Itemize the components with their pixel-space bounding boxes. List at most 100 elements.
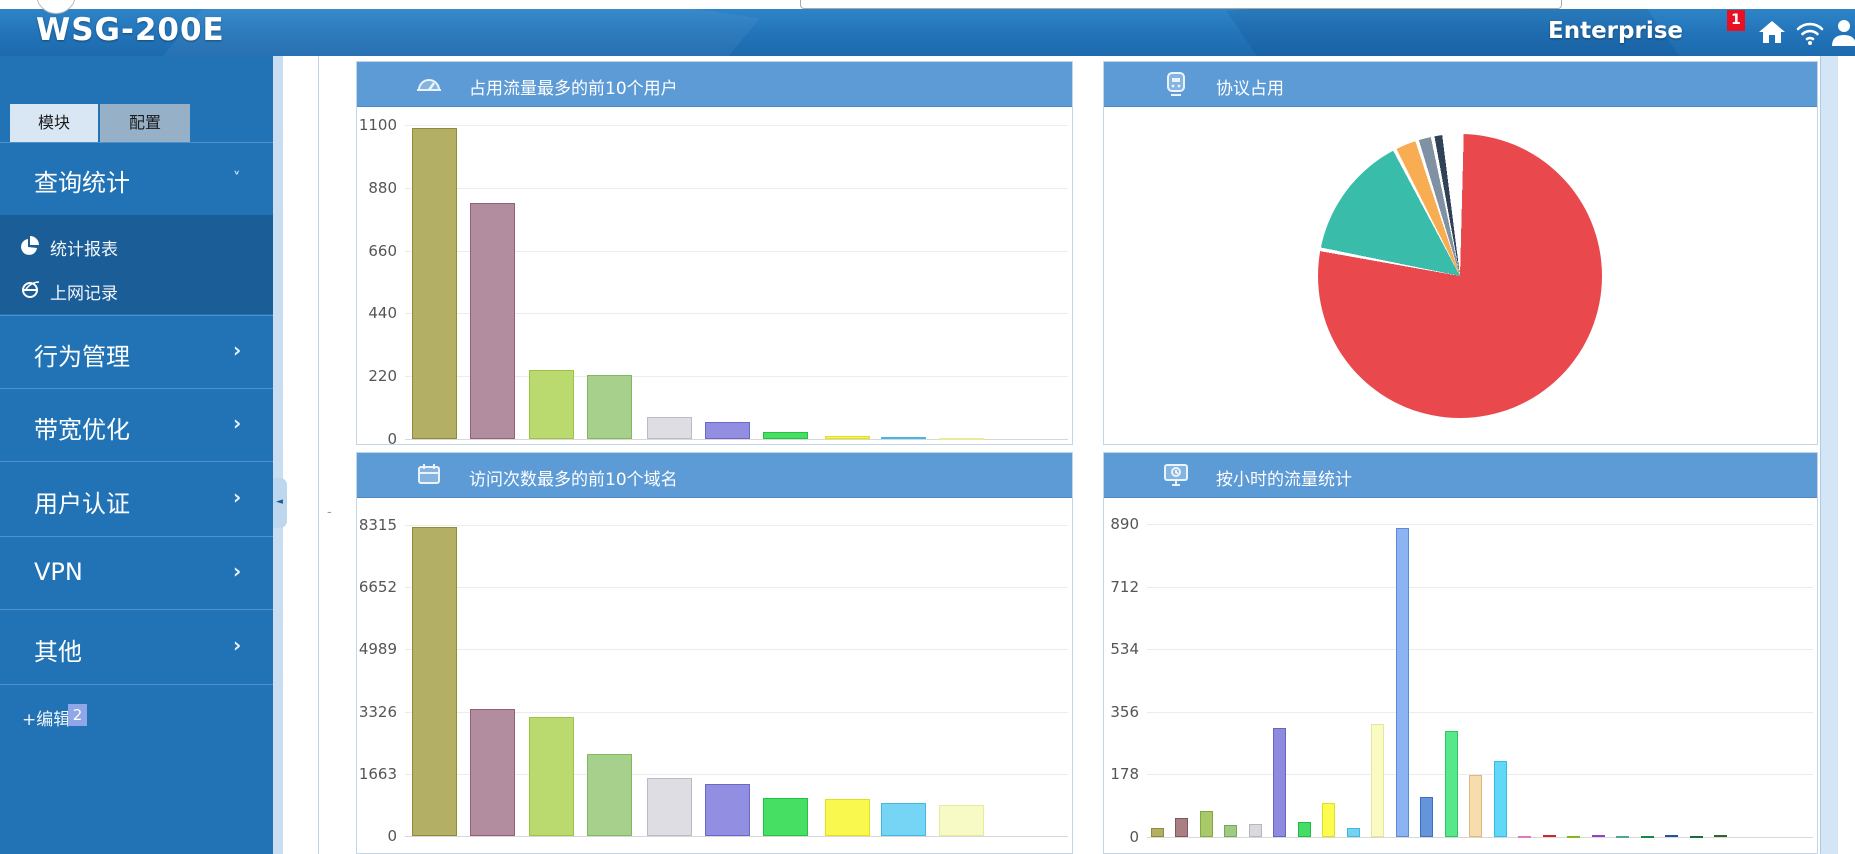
bar <box>881 437 926 439</box>
y-tick-label: 356 <box>1104 702 1139 722</box>
gridline <box>1147 712 1813 713</box>
terminal-icon <box>1162 70 1190 98</box>
y-tick-label: 890 <box>1104 514 1139 534</box>
bar <box>1175 818 1188 837</box>
bar <box>1445 731 1458 837</box>
bar <box>763 432 808 439</box>
y-tick-label: 0 <box>357 826 397 846</box>
sidebar-item-label: 用户认证 <box>34 484 130 519</box>
panel-header: 访问次数最多的前10个域名 <box>357 453 1072 498</box>
bar <box>825 436 870 439</box>
sidebar: 模块 配置 查询统计 ˅ 统计报表 上网记录 <box>0 56 273 854</box>
chevron-right-icon: › <box>233 559 241 583</box>
bar <box>1616 836 1629 838</box>
bar <box>1641 836 1654 838</box>
chevron-right-icon: › <box>233 633 241 657</box>
bar <box>529 717 574 836</box>
gauge-icon <box>415 70 443 98</box>
gridline <box>1147 649 1813 650</box>
chevron-right-icon: › <box>233 411 241 435</box>
y-tick-label: 0 <box>1104 827 1139 847</box>
sidebar-item-browsing-records[interactable]: 上网记录 <box>0 273 273 307</box>
sidebar-item-vpn[interactable]: VPN › <box>0 536 273 609</box>
sidebar-scroll-strip[interactable] <box>273 56 283 854</box>
bar-chart-top-domains: 016633326498966528315 <box>357 497 1072 853</box>
edit-link[interactable]: +编辑 <box>22 705 70 730</box>
y-tick-label: 8315 <box>357 515 397 535</box>
panel-top-users: 占用流量最多的前10个用户 02204406608801100 <box>356 61 1073 445</box>
panel-title: 协议占用 <box>1216 74 1284 99</box>
sidebar-item-stat-reports[interactable]: 统计报表 <box>0 229 273 263</box>
sidebar-item-label: 行为管理 <box>34 337 130 372</box>
sidebar-item-other[interactable]: 其他 › <box>0 609 273 685</box>
bar <box>763 798 808 836</box>
bar <box>412 128 457 439</box>
sidebar-item-query-stats[interactable]: 查询统计 ˅ <box>0 142 273 216</box>
bar <box>1273 728 1286 837</box>
edit-badge: 2 <box>68 704 87 726</box>
sidebar-item-label: 带宽优化 <box>34 410 130 445</box>
bar <box>1690 836 1703 838</box>
sidebar-item-bandwidth[interactable]: 带宽优化 › <box>0 388 273 461</box>
y-tick-label: 660 <box>357 241 397 261</box>
sidebar-collapse-handle[interactable]: ◄ <box>273 478 287 528</box>
panel-hourly-traffic: 按小时的流量统计 0178356534712890 <box>1103 452 1818 854</box>
sidebar-item-label: 其他 <box>34 632 82 667</box>
bar <box>1543 835 1556 837</box>
sidebar-item-behavior[interactable]: 行为管理 › <box>0 315 273 388</box>
sidebar-item-label: 查询统计 <box>34 163 130 198</box>
right-scrollbar-track[interactable] <box>1820 56 1838 854</box>
gridline <box>405 525 1068 526</box>
y-tick-label: 440 <box>357 303 397 323</box>
gridline <box>405 125 1068 126</box>
bar <box>1249 824 1262 837</box>
report-chart-icon <box>18 233 42 257</box>
content-divider-line <box>318 56 319 854</box>
y-tick-label: 4989 <box>357 639 397 659</box>
pie-chart-protocols <box>1104 106 1817 444</box>
bar <box>470 709 515 836</box>
sidebar-item-label: VPN <box>34 558 83 586</box>
wifi-icon[interactable] <box>1794 16 1826 48</box>
sidebar-item-label: 统计报表 <box>50 235 118 260</box>
gridline <box>1147 524 1813 525</box>
bar <box>1200 811 1213 837</box>
sidebar-tabs: 模块 配置 <box>0 104 273 142</box>
gridline <box>1147 837 1813 838</box>
chevron-right-icon: › <box>233 338 241 362</box>
scroll-dash: - <box>327 505 332 520</box>
bar <box>1518 836 1531 838</box>
tab-config[interactable]: 配置 <box>100 104 190 142</box>
bar <box>1420 797 1433 837</box>
user-icon[interactable] <box>1828 16 1855 48</box>
y-tick-label: 1100 <box>357 115 397 135</box>
gridline <box>1147 587 1813 588</box>
gridline <box>405 649 1068 650</box>
panel-header: 协议占用 <box>1104 62 1817 107</box>
internet-explorer-icon <box>18 277 42 301</box>
tab-modules[interactable]: 模块 <box>10 104 98 142</box>
panel-top-domains: 访问次数最多的前10个域名 016633326498966528315 <box>356 452 1073 854</box>
bar <box>647 417 692 439</box>
bar <box>1592 835 1605 837</box>
bar-chart-top-users: 02204406608801100 <box>357 106 1072 444</box>
panel-title: 占用流量最多的前10个用户 <box>469 74 678 99</box>
chevron-right-icon: › <box>233 485 241 509</box>
app-logo: WSG-200E <box>36 12 225 48</box>
panel-title: 按小时的流量统计 <box>1216 465 1352 490</box>
calendar-icon <box>415 461 443 489</box>
bar <box>939 805 984 836</box>
bar <box>1665 835 1678 837</box>
pie <box>1318 134 1602 418</box>
app-window: WSG-200E Enterprise 1 模块 配置 查询统计 ˅ <box>0 0 1855 854</box>
home-icon[interactable] <box>1756 16 1788 48</box>
bar <box>1347 828 1360 837</box>
bar <box>587 754 632 836</box>
bar <box>470 203 515 439</box>
sidebar-item-user-auth[interactable]: 用户认证 › <box>0 461 273 536</box>
panel-protocols: 协议占用 <box>1103 61 1818 445</box>
bar-chart-hourly-traffic: 0178356534712890 <box>1104 497 1817 853</box>
address-bar-fragment <box>800 0 1562 9</box>
collapse-arrow-icon: ◄ <box>276 497 283 507</box>
bar <box>1298 822 1311 837</box>
